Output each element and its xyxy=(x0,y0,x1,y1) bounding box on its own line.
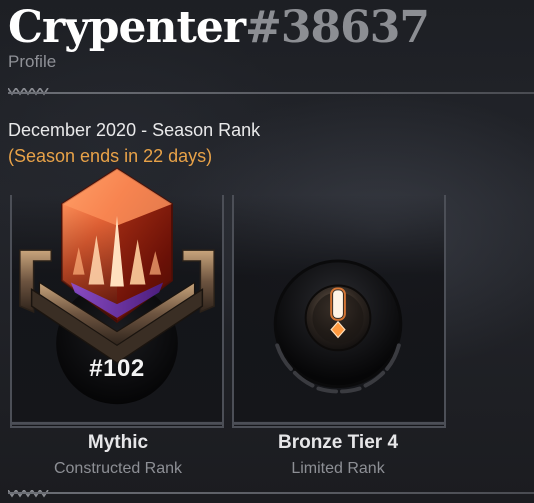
limited-rank-tier: Bronze Tier 4 xyxy=(277,432,399,453)
bronze-progress-icon xyxy=(234,259,444,425)
player-name: Crypenter xyxy=(8,2,246,53)
player-name-row: Crypenter#38637 xyxy=(8,0,528,56)
player-tag: #38637 xyxy=(245,2,430,53)
season-title: December 2020 - Season Rank xyxy=(8,120,261,140)
footer-divider xyxy=(8,492,534,494)
mythic-rank-number: #102 xyxy=(89,355,145,382)
limited-rank-format: Limited Rank xyxy=(291,460,385,477)
constructed-rank-tier: Mythic xyxy=(87,432,149,453)
mythic-gem-icon xyxy=(12,167,222,425)
constructed-rank-format: Constructed Rank xyxy=(53,460,183,477)
limited-rank-card[interactable] xyxy=(232,195,446,428)
header-divider xyxy=(8,92,534,94)
constructed-rank-card[interactable]: #102 xyxy=(10,167,224,428)
profile-header: Crypenter#38637 Profile xyxy=(8,0,528,72)
season-ends-text: (Season ends in 22 days) xyxy=(8,146,213,166)
